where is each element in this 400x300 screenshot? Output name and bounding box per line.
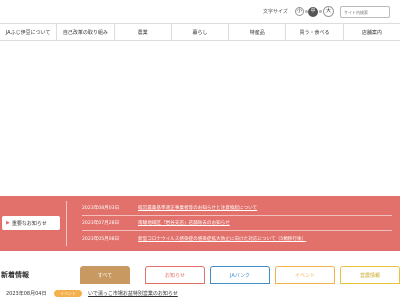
- font-size-large-button[interactable]: 大: [323, 6, 334, 17]
- utility-bar: 文字サイズ 小 中 大: [0, 0, 400, 22]
- nav-item-about[interactable]: JAふじ伊豆について: [0, 24, 56, 40]
- news-date: 2023年08月04日: [6, 291, 47, 297]
- notice-link[interactable]: 南駿地域区「岩谷支店」店舗除去のお知らせ: [138, 220, 230, 226]
- nav-item-shopping[interactable]: 買う・食べる: [285, 24, 342, 40]
- important-notice-label: 重要なお知らせ: [11, 220, 47, 227]
- notice-date: 2023年08月03日: [82, 206, 120, 211]
- important-notice-button[interactable]: ▶ 重要なお知らせ: [2, 216, 60, 230]
- font-size-medium-button[interactable]: 中: [308, 6, 318, 17]
- category-badge: イベント: [54, 290, 82, 297]
- tab-notice[interactable]: お知らせ: [145, 266, 205, 284]
- notice-link[interactable]: 新型コロナウイルス感染症の感染症拡大防止に向けた対応について（5類移行後）: [138, 236, 306, 242]
- notice-item[interactable]: 2023年05月08日 新型コロナウイルス感染症の感染症拡大防止に向けた対応につ…: [82, 236, 306, 242]
- notice-separator: [82, 215, 392, 216]
- font-size-small-button[interactable]: 小: [295, 7, 304, 16]
- notice-divider: [66, 201, 67, 246]
- tab-all[interactable]: すべて: [80, 266, 130, 284]
- nav-item-specialties[interactable]: 特産品: [228, 24, 285, 40]
- nav-item-living[interactable]: 暮らし: [170, 24, 228, 40]
- notice-item[interactable]: 2023年08月03日 経営農薬基準適正事業者等のお知らせと注意喚起について: [82, 205, 257, 211]
- news-link[interactable]: いで湯っこ市場お盆特別営業のお知らせ: [88, 290, 178, 297]
- notice-date: 2023年05月08日: [82, 237, 120, 242]
- tab-ja-bank[interactable]: JAバンク: [210, 266, 270, 284]
- font-size-label: 文字サイズ: [263, 9, 288, 15]
- news-item[interactable]: 2023年08月04日 イベント いで湯っこ市場お盆特別営業のお知らせ: [6, 290, 178, 297]
- font-size-dot: [319, 10, 322, 13]
- nav-item-agriculture[interactable]: 農業: [113, 24, 171, 40]
- news-tabs: すべて お知らせ JAバンク イベント 営農情報: [80, 266, 400, 284]
- notice-link[interactable]: 経営農薬基準適正事業者等のお知らせと注意喚起について: [138, 205, 257, 211]
- search-input[interactable]: [340, 6, 390, 18]
- notice-item[interactable]: 2023年07月28日 南駿地域区「岩谷支店」店舗除去のお知らせ: [82, 220, 230, 226]
- tab-agri-info[interactable]: 営農情報: [340, 266, 400, 284]
- arrow-right-icon: ▶: [6, 220, 10, 226]
- nav-item-reform[interactable]: 自己改革の取り組み: [56, 24, 113, 40]
- news-section-title: 新着情報: [1, 271, 29, 279]
- notice-separator: [82, 230, 392, 231]
- nav-item-branches[interactable]: 店舗案内: [342, 24, 400, 40]
- main-nav: JAふじ伊豆について 自己改革の取り組み 農業 暮らし 特産品 買う・食べる 店…: [0, 23, 400, 41]
- notice-date: 2023年07月28日: [82, 221, 120, 226]
- tab-event[interactable]: イベント: [275, 266, 335, 284]
